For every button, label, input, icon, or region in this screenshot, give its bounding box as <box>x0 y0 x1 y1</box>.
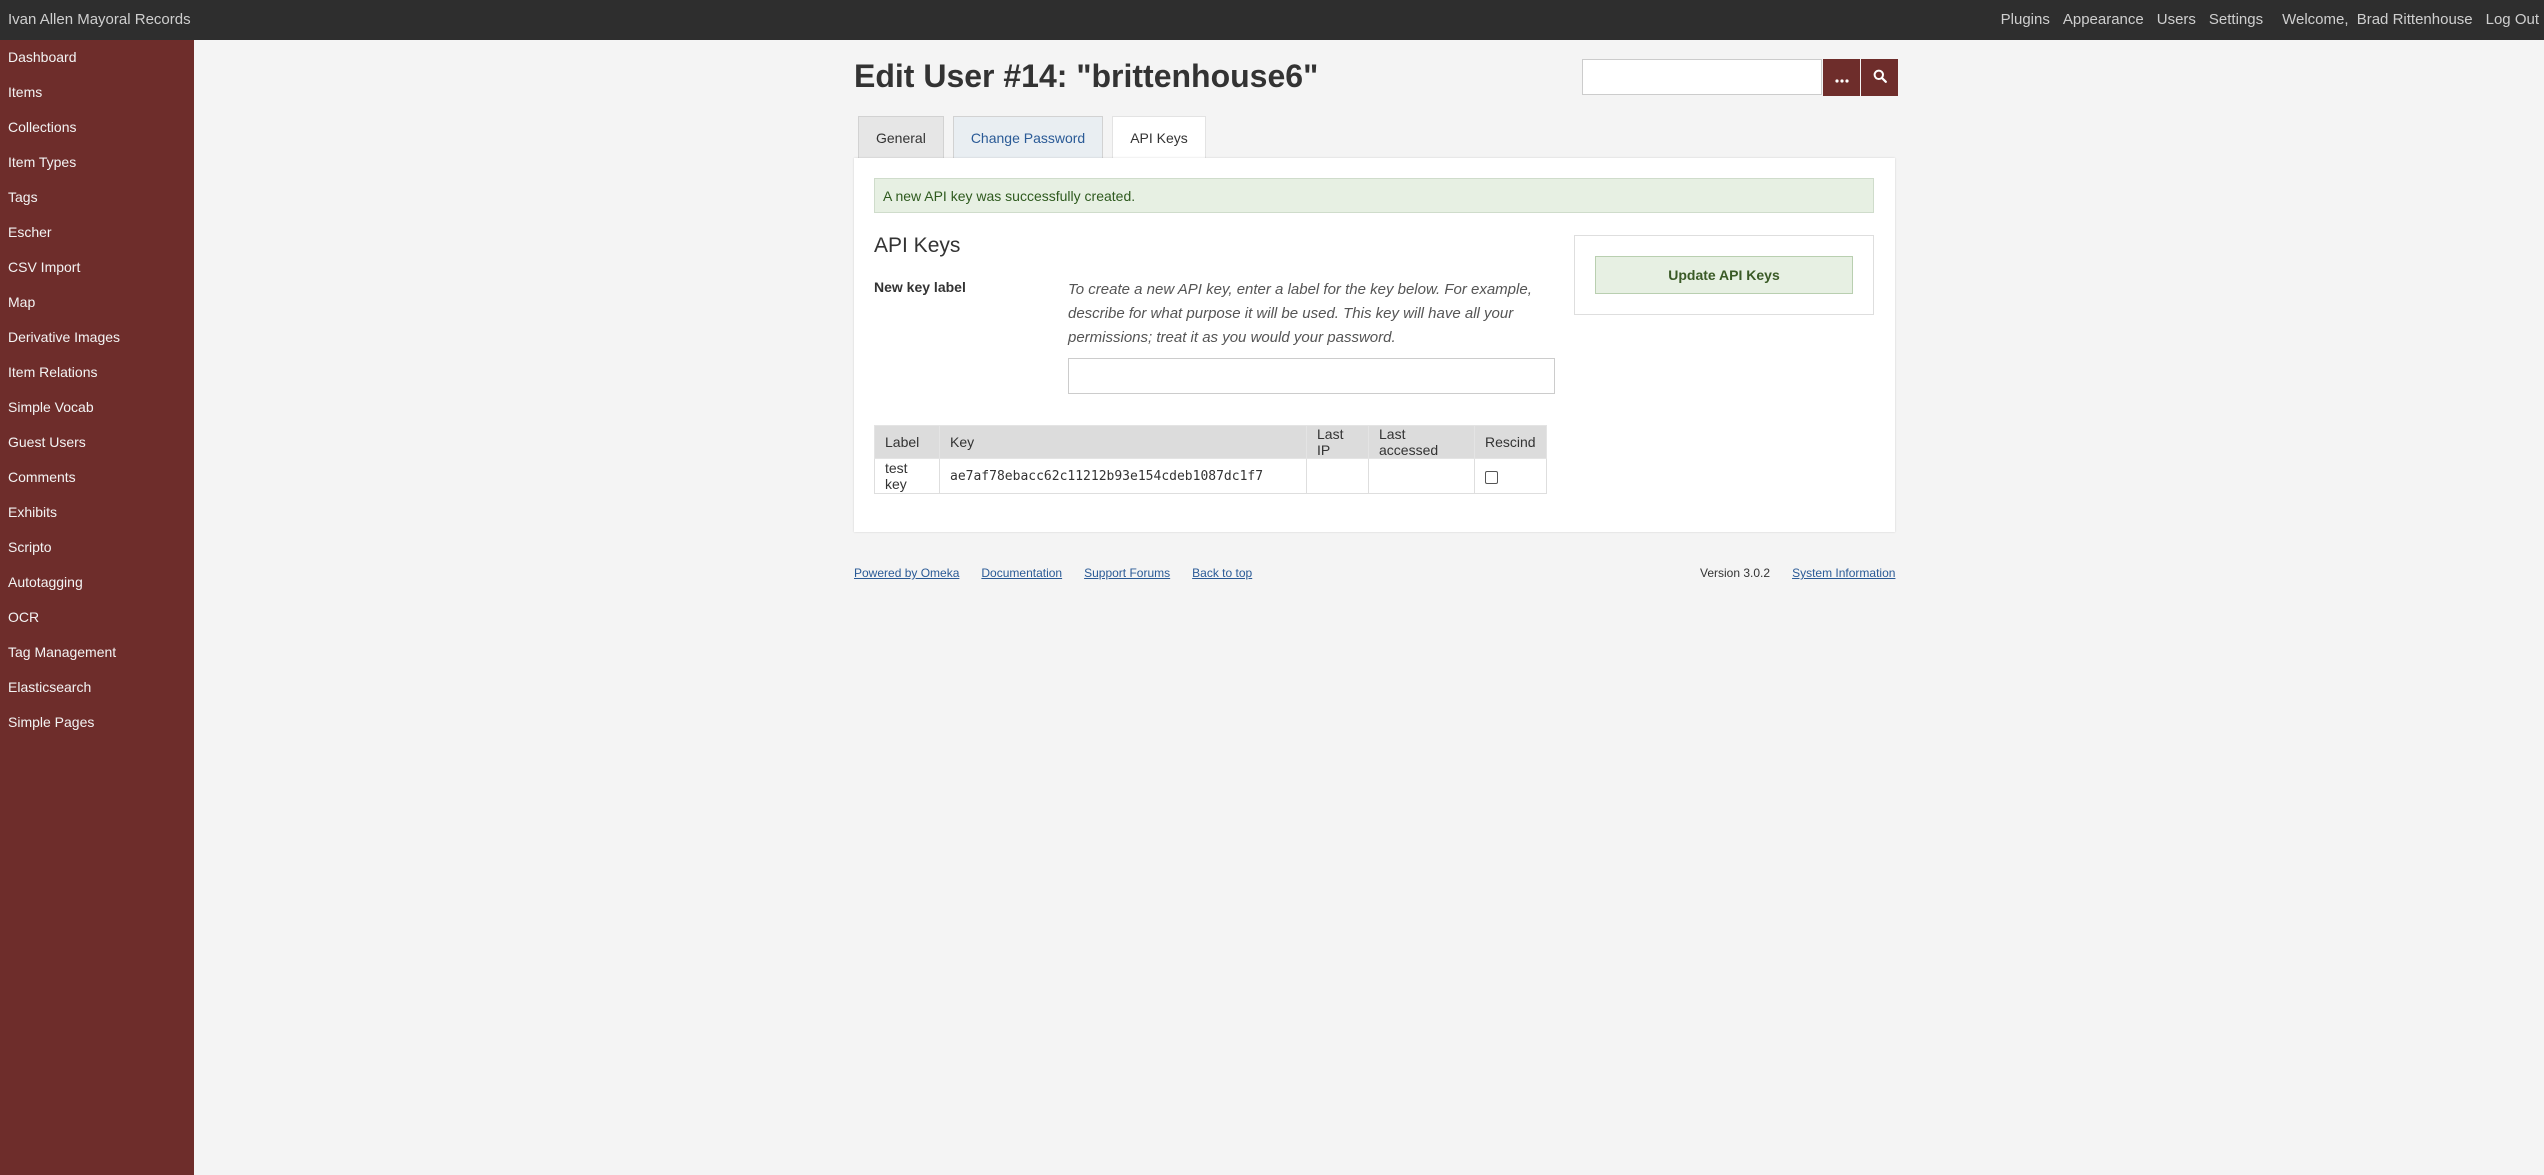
sidebar-item-ocr[interactable]: OCR <box>0 608 194 626</box>
sidebar-item-csv-import[interactable]: CSV Import <box>0 258 194 276</box>
rescind-cell <box>1474 458 1547 494</box>
tab-change-password[interactable]: Change Password <box>952 116 1104 158</box>
sidebar-item-simple-pages[interactable]: Simple Pages <box>0 713 194 731</box>
logout-link[interactable]: Log Out <box>2486 11 2539 28</box>
version-text: Version 3.0.2 <box>1700 566 1771 580</box>
sidebar-item-elasticsearch[interactable]: Elasticsearch <box>0 678 194 696</box>
sidebar-item-collections[interactable]: Collections <box>0 118 194 136</box>
footer-link-documentation[interactable]: Documentation <box>981 566 1062 580</box>
welcome-text: Welcome, Brad Rittenhouse <box>2282 11 2473 28</box>
sidebar-item-map[interactable]: Map <box>0 293 194 311</box>
footer-link-support-forums[interactable]: Support Forums <box>1084 566 1170 580</box>
search-icon <box>1873 69 1887 86</box>
save-panel: Update API Keys <box>1574 235 1874 315</box>
footer-link-powered-by[interactable]: Powered by Omeka <box>854 566 959 580</box>
column-header-rescind: Rescind <box>1474 425 1547 459</box>
sidebar-item-item-types[interactable]: Item Types <box>0 153 194 171</box>
sidebar-item-exhibits[interactable]: Exhibits <box>0 503 194 521</box>
section-tabs: General Change Password API Keys <box>858 116 1215 159</box>
search-submit-button[interactable] <box>1861 59 1898 96</box>
sidebar-item-tag-management[interactable]: Tag Management <box>0 643 194 661</box>
top-bar: Ivan Allen Mayoral Records Plugins Appea… <box>0 0 2544 40</box>
sidebar-item-derivative-images[interactable]: Derivative Images <box>0 328 194 346</box>
nav-settings[interactable]: Settings <box>2209 11 2263 28</box>
column-header-last-ip: Last IP <box>1306 425 1369 459</box>
global-nav: Plugins Appearance Users Settings Welcom… <box>1988 11 2539 28</box>
last-ip-cell <box>1306 458 1369 494</box>
update-api-keys-button[interactable]: Update API Keys <box>1595 256 1853 294</box>
table-header-row: Label Key Last IP Last accessed Rescind <box>874 425 1547 459</box>
sidebar-item-item-relations[interactable]: Item Relations <box>0 363 194 381</box>
sidebar: Dashboard Items Collections Item Types T… <box>0 40 194 1175</box>
footer-link-back-to-top[interactable]: Back to top <box>1192 566 1252 580</box>
key-value-cell: ae7af78ebacc62c11212b93e154cdeb1087dc1f7 <box>939 458 1307 494</box>
tab-api-keys[interactable]: API Keys <box>1112 116 1206 159</box>
nav-appearance[interactable]: Appearance <box>2063 11 2144 28</box>
new-key-label: New key label <box>874 279 966 295</box>
sidebar-item-items[interactable]: Items <box>0 83 194 101</box>
search-options-button[interactable] <box>1823 59 1860 96</box>
key-label-cell: test key <box>874 458 940 494</box>
api-keys-table: Label Key Last IP Last accessed Rescind … <box>874 425 1547 494</box>
section-heading: API Keys <box>874 234 961 257</box>
sidebar-item-simple-vocab[interactable]: Simple Vocab <box>0 398 194 416</box>
sidebar-item-tags[interactable]: Tags <box>0 188 194 206</box>
new-key-hint: To create a new API key, enter a label f… <box>1068 281 1532 346</box>
search-form <box>1582 59 1898 96</box>
new-key-label-input[interactable] <box>1068 358 1555 394</box>
site-title-link[interactable]: Ivan Allen Mayoral Records <box>8 11 191 28</box>
nav-users[interactable]: Users <box>2157 11 2196 28</box>
content-panel: A new API key was successfully created. … <box>854 158 1895 532</box>
sidebar-item-comments[interactable]: Comments <box>0 468 194 486</box>
sidebar-item-dashboard[interactable]: Dashboard <box>0 48 194 66</box>
search-input[interactable] <box>1582 59 1822 95</box>
footer-link-system-information[interactable]: System Information <box>1792 566 1895 580</box>
footer-meta: Version 3.0.2 System Information <box>1700 566 1895 580</box>
footer-links: Powered by Omeka Documentation Support F… <box>854 566 1252 580</box>
nav-plugins[interactable]: Plugins <box>2001 11 2050 28</box>
column-header-label: Label <box>874 425 940 459</box>
tab-general[interactable]: General <box>858 116 944 158</box>
sidebar-item-scripto[interactable]: Scripto <box>0 538 194 556</box>
current-user-link[interactable]: Brad Rittenhouse <box>2357 11 2473 28</box>
sidebar-item-escher[interactable]: Escher <box>0 223 194 241</box>
page-title: Edit User #14: "brittenhouse6" <box>854 58 1319 94</box>
column-header-key: Key <box>939 425 1307 459</box>
welcome-prefix: Welcome, <box>2282 11 2349 28</box>
sidebar-item-guest-users[interactable]: Guest Users <box>0 433 194 451</box>
rescind-checkbox[interactable] <box>1485 470 1498 484</box>
column-header-last-accessed: Last accessed <box>1368 425 1475 459</box>
ellipsis-icon <box>1834 70 1849 86</box>
sidebar-item-autotagging[interactable]: Autotagging <box>0 573 194 591</box>
success-flash-message: A new API key was successfully created. <box>874 178 1874 213</box>
table-row: test key ae7af78ebacc62c11212b93e154cdeb… <box>874 458 1547 494</box>
last-accessed-cell <box>1368 458 1475 494</box>
